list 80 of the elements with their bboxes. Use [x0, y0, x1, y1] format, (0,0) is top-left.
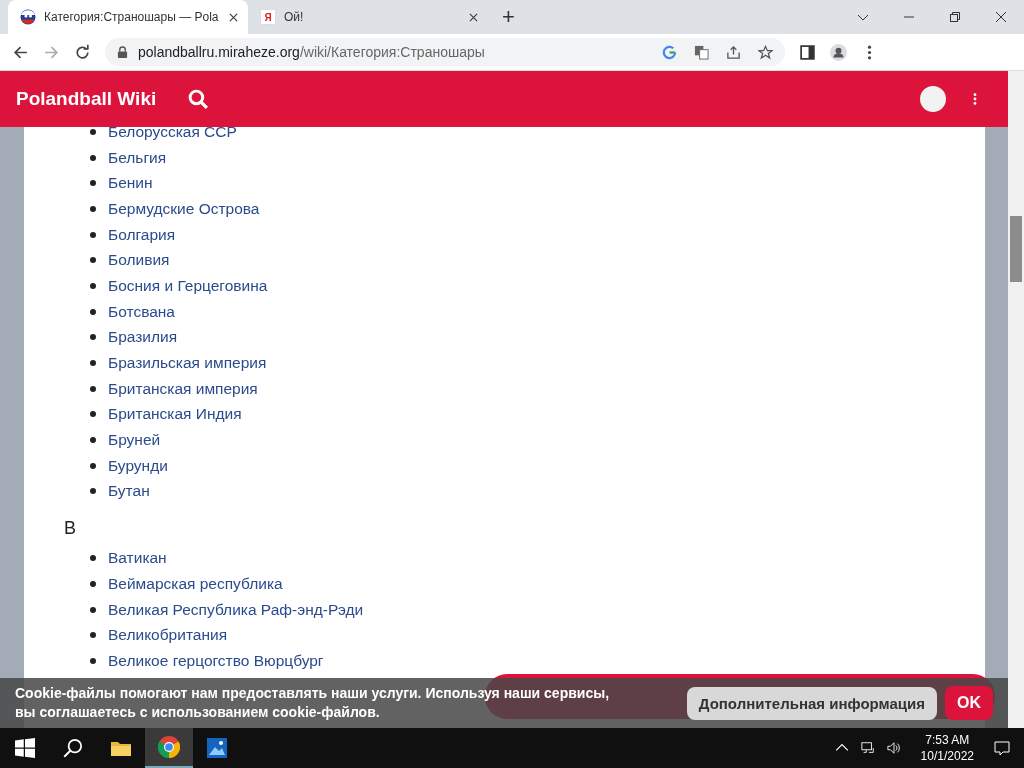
- bullet-icon: [90, 657, 96, 664]
- category-link[interactable]: Босния и Герцеговина: [108, 276, 268, 295]
- category-link[interactable]: Веймарская республика: [108, 574, 283, 593]
- scrollbar[interactable]: [1008, 71, 1024, 728]
- bullet-icon: [90, 437, 96, 444]
- ok-button[interactable]: OK: [945, 686, 993, 720]
- category-link[interactable]: Великобритания: [108, 626, 228, 645]
- category-link[interactable]: Бруней: [108, 431, 161, 450]
- bullet-icon: [90, 231, 96, 238]
- google-icon[interactable]: [662, 44, 677, 60]
- clock[interactable]: 7:53 AM 10/1/2022: [920, 732, 974, 764]
- bullet-icon: [90, 632, 96, 639]
- search-icon[interactable]: [63, 738, 83, 758]
- avatar-icon[interactable]: [920, 86, 946, 112]
- close-icon[interactable]: [995, 11, 1007, 23]
- category-link[interactable]: Великая Республика Раф-энд-Рэди: [108, 600, 364, 619]
- category-link[interactable]: Бразильская империя: [108, 354, 267, 373]
- category-link[interactable]: Великое герцогство Вюрцбург: [108, 651, 324, 670]
- bullet-icon: [90, 411, 96, 418]
- category-link[interactable]: Британская Индия: [108, 405, 242, 424]
- close-icon[interactable]: [229, 12, 238, 22]
- browser-logo-icon: [158, 736, 180, 758]
- category-link[interactable]: Болгария: [108, 225, 176, 244]
- notification-icon[interactable]: [994, 740, 1010, 756]
- site-title[interactable]: Polandball Wiki: [16, 88, 157, 110]
- address-bar[interactable]: polandballru.miraheze.org/wiki/Категория:Страношары: [105, 38, 785, 66]
- reload-icon[interactable]: [74, 43, 91, 61]
- scrollbar-thumb[interactable]: [1010, 216, 1022, 282]
- browser-tab[interactable]: Я Ой!: [248, 0, 488, 34]
- category-link[interactable]: Бурунди: [108, 456, 168, 475]
- category-link[interactable]: Белорусская ССР: [108, 122, 237, 141]
- category-link[interactable]: Бразилия: [108, 328, 178, 347]
- tab-logo: Я: [260, 9, 276, 25]
- bullet-icon: [90, 282, 96, 289]
- bullet-icon: [90, 308, 96, 315]
- category-link[interactable]: Ботсвана: [108, 302, 175, 321]
- category-link[interactable]: Британская империя: [108, 379, 258, 398]
- bullet-icon: [90, 257, 96, 264]
- bullet-icon: [90, 360, 96, 367]
- category-link[interactable]: Ватикан: [108, 549, 167, 568]
- side-panel-icon[interactable]: [799, 43, 816, 61]
- category-link[interactable]: Бельгия: [108, 148, 167, 167]
- category-link[interactable]: Боливия: [108, 251, 170, 270]
- windows-icon[interactable]: [15, 738, 35, 758]
- more-info-button[interactable]: Дополнительная информация: [686, 686, 937, 720]
- star-icon[interactable]: [758, 44, 773, 60]
- volume-icon[interactable]: [886, 741, 901, 755]
- bullet-icon: [90, 488, 96, 495]
- photos-icon[interactable]: [207, 738, 227, 758]
- bullet-icon: [90, 205, 96, 212]
- bullet-icon: [90, 154, 96, 161]
- menu-icon[interactable]: [972, 92, 978, 106]
- bullet-icon: [90, 555, 96, 562]
- category-link[interactable]: Бутан: [108, 482, 150, 501]
- bullet-icon: [90, 385, 96, 392]
- category-link[interactable]: Бенин: [108, 174, 153, 193]
- new-tab-button[interactable]: +: [502, 6, 515, 28]
- browser-taskbar-button[interactable]: [145, 728, 193, 768]
- bullet-icon: [90, 180, 96, 187]
- bullet-icon: [90, 580, 96, 587]
- tab-title: Ой!: [284, 10, 305, 24]
- bullet-icon: [90, 334, 96, 341]
- translate-icon[interactable]: [694, 44, 709, 60]
- profile-icon[interactable]: [830, 43, 847, 61]
- section-heading: В: [63, 517, 77, 541]
- network-icon[interactable]: [860, 741, 875, 755]
- bullet-icon: [90, 462, 96, 469]
- bullet-icon: [90, 128, 96, 135]
- tab-title: Категория:Страношары — Pola: [44, 10, 220, 24]
- share-icon[interactable]: [726, 44, 741, 60]
- clock-date: 10/1/2022: [920, 748, 974, 764]
- cookie-message: Cookie-файлы помогают нам предоставлять наши услуги. Используя наши сервисы, вы соглашаетесь с использованием cookie-файлов.: [15, 684, 610, 722]
- restore-icon[interactable]: [949, 11, 961, 23]
- clock-time: 7:53 AM: [925, 732, 970, 748]
- lock-icon: [117, 45, 128, 59]
- browser-tab[interactable]: Категория:Страношары — Pola: [8, 0, 248, 34]
- category-link[interactable]: Бермудские Острова: [108, 199, 260, 218]
- close-icon[interactable]: [469, 12, 478, 22]
- ball-icon: [20, 9, 36, 25]
- bullet-icon: [90, 606, 96, 613]
